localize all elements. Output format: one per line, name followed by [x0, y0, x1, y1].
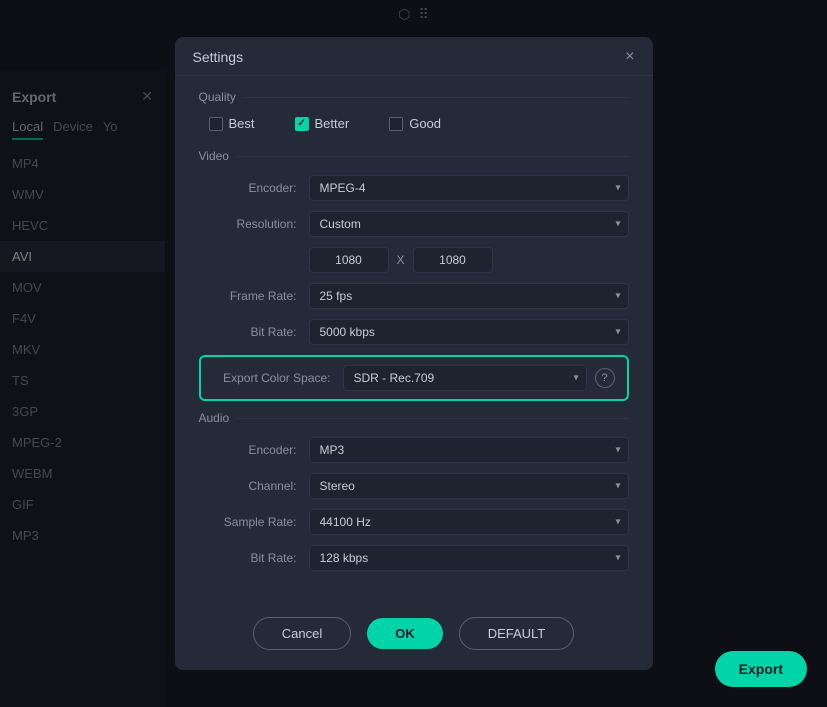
audio-bit-rate-row: Bit Rate: 128 kbps 192 kbps 256 kbps 320… [199, 545, 629, 571]
frame-rate-label: Frame Rate: [199, 289, 309, 303]
audio-section: Audio Encoder: MP3 AAC WAV FLAC ▾ [199, 411, 629, 571]
modal-header: Settings × [175, 37, 653, 76]
resolution-dimensions-row: X [199, 247, 629, 273]
quality-good-checkbox[interactable] [389, 117, 403, 131]
sample-rate-select[interactable]: 44100 Hz 48000 Hz 22050 Hz [309, 509, 629, 535]
settings-modal: Settings × Quality Best Better Good [175, 37, 653, 670]
video-bit-rate-row: Bit Rate: 1000 kbps 3000 kbps 5000 kbps … [199, 319, 629, 345]
export-color-space-row: Export Color Space: SDR - Rec.709 HDR - … [199, 355, 629, 401]
audio-bit-rate-label: Bit Rate: [199, 551, 309, 565]
channel-wrapper: Stereo Mono ▾ [309, 473, 629, 499]
sample-rate-wrapper: 44100 Hz 48000 Hz 22050 Hz ▾ [309, 509, 629, 535]
resolution-x-label: X [397, 253, 405, 267]
frame-rate-select[interactable]: 24 fps 25 fps 30 fps 60 fps [309, 283, 629, 309]
modal-overlay: Settings × Quality Best Better Good [0, 0, 827, 707]
encoder-wrapper: MPEG-4 H.264 H.265 ProRes ▾ [309, 175, 629, 201]
export-color-space-label: Export Color Space: [213, 371, 343, 385]
audio-encoder-wrapper: MP3 AAC WAV FLAC ▾ [309, 437, 629, 463]
channel-label: Channel: [199, 479, 309, 493]
modal-title: Settings [193, 49, 244, 65]
audio-encoder-label: Encoder: [199, 443, 309, 457]
video-bit-rate-wrapper: 1000 kbps 3000 kbps 5000 kbps 8000 kbps … [309, 319, 629, 345]
audio-encoder-select[interactable]: MP3 AAC WAV FLAC [309, 437, 629, 463]
default-button[interactable]: DEFAULT [459, 617, 575, 650]
sample-rate-label: Sample Rate: [199, 515, 309, 529]
video-section-label: Video [199, 149, 629, 163]
resolution-height-input[interactable] [413, 247, 493, 273]
resolution-row: Resolution: Custom 1920x1080 1280x720 38… [199, 211, 629, 237]
quality-best-option[interactable]: Best [209, 116, 255, 131]
channel-select[interactable]: Stereo Mono [309, 473, 629, 499]
quality-good-option[interactable]: Good [389, 116, 441, 131]
audio-section-label: Audio [199, 411, 629, 425]
quality-better-checkbox[interactable] [295, 117, 309, 131]
resolution-label: Resolution: [199, 217, 309, 231]
ok-button[interactable]: OK [367, 618, 443, 649]
audio-encoder-row: Encoder: MP3 AAC WAV FLAC ▾ [199, 437, 629, 463]
export-color-space-select[interactable]: SDR - Rec.709 HDR - Rec.2020 SDR - sRGB [343, 365, 587, 391]
quality-best-checkbox[interactable] [209, 117, 223, 131]
export-color-space-help-icon[interactable]: ? [595, 368, 615, 388]
quality-better-label: Better [315, 116, 350, 131]
encoder-label: Encoder: [199, 181, 309, 195]
export-button[interactable]: Export [715, 651, 807, 687]
quality-better-option[interactable]: Better [295, 116, 350, 131]
encoder-select[interactable]: MPEG-4 H.264 H.265 ProRes [309, 175, 629, 201]
audio-bit-rate-select[interactable]: 128 kbps 192 kbps 256 kbps 320 kbps [309, 545, 629, 571]
frame-rate-row: Frame Rate: 24 fps 25 fps 30 fps 60 fps … [199, 283, 629, 309]
quality-best-label: Best [229, 116, 255, 131]
resolution-select[interactable]: Custom 1920x1080 1280x720 3840x2160 [309, 211, 629, 237]
audio-bit-rate-wrapper: 128 kbps 192 kbps 256 kbps 320 kbps ▾ [309, 545, 629, 571]
modal-body: Quality Best Better Good Video E [175, 76, 653, 601]
export-color-space-wrapper: SDR - Rec.709 HDR - Rec.2020 SDR - sRGB … [343, 365, 587, 391]
quality-section-label: Quality [199, 90, 629, 104]
resolution-dimensions: X [309, 247, 629, 273]
cancel-button[interactable]: Cancel [253, 617, 351, 650]
quality-good-label: Good [409, 116, 441, 131]
modal-close-button[interactable]: × [625, 49, 634, 65]
channel-row: Channel: Stereo Mono ▾ [199, 473, 629, 499]
resolution-wrapper: Custom 1920x1080 1280x720 3840x2160 ▾ [309, 211, 629, 237]
frame-rate-wrapper: 24 fps 25 fps 30 fps 60 fps ▾ [309, 283, 629, 309]
video-bit-rate-select[interactable]: 1000 kbps 3000 kbps 5000 kbps 8000 kbps [309, 319, 629, 345]
resolution-width-input[interactable] [309, 247, 389, 273]
modal-footer: Cancel OK DEFAULT [175, 601, 653, 670]
quality-row: Best Better Good [199, 116, 629, 131]
encoder-row: Encoder: MPEG-4 H.264 H.265 ProRes ▾ [199, 175, 629, 201]
sample-rate-row: Sample Rate: 44100 Hz 48000 Hz 22050 Hz … [199, 509, 629, 535]
video-bit-rate-label: Bit Rate: [199, 325, 309, 339]
